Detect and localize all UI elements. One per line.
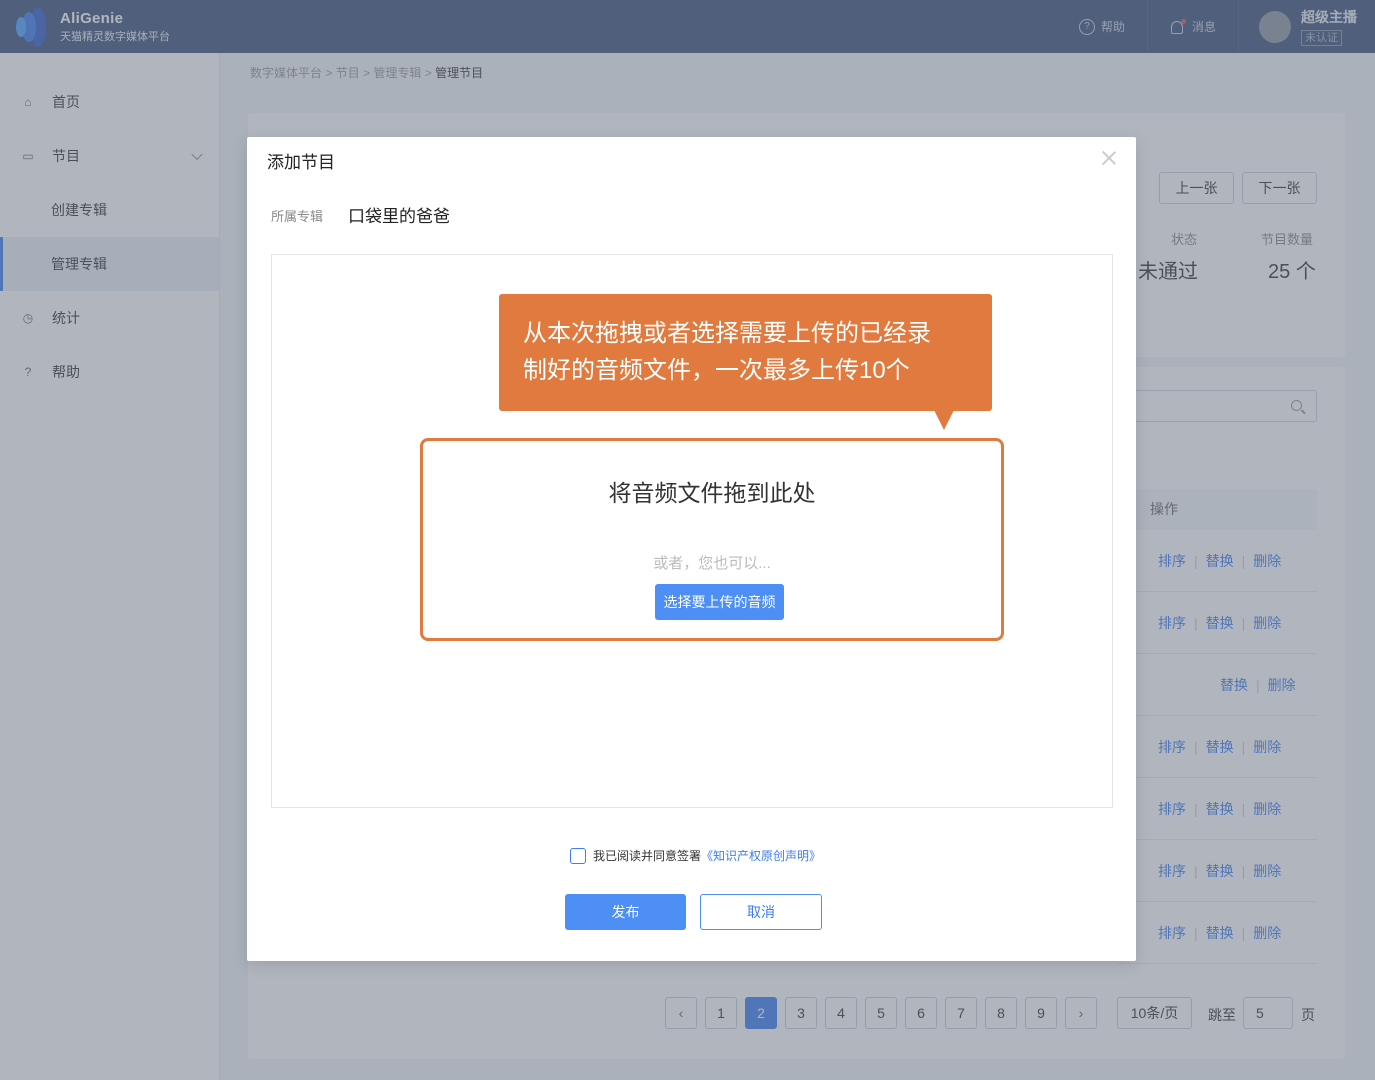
drop-zone[interactable]: 将音频文件拖到此处 或者，您也可以... 选择要上传的音频 xyxy=(420,438,1004,641)
drop-zone-hint: 或者，您也可以... xyxy=(653,555,771,572)
agreement-text: 我已阅读并同意签署 xyxy=(593,849,702,863)
tooltip-line: 从本次拖拽或者选择需要上传的已经录 xyxy=(523,320,931,347)
select-audio-button[interactable]: 选择要上传的音频 xyxy=(655,584,784,620)
agreement-row: 我已阅读并同意签署 《知识产权原创声明》 xyxy=(570,847,821,864)
agreement-link[interactable]: 《知识产权原创声明》 xyxy=(701,847,821,864)
drop-zone-title: 将音频文件拖到此处 xyxy=(608,480,816,506)
upload-tooltip: 从本次拖拽或者选择需要上传的已经录 制好的音频文件，一次最多上传10个 xyxy=(499,294,992,411)
add-program-dialog: 添加节目 所属专辑 口袋里的爸爸 将音频文件拖到此处 或者，您也可以... 选择… xyxy=(247,137,1136,961)
cancel-button[interactable]: 取消 xyxy=(700,894,822,930)
publish-button[interactable]: 发布 xyxy=(565,894,686,930)
tooltip-arrow xyxy=(934,410,954,430)
agreement-checkbox[interactable] xyxy=(570,847,586,864)
dialog-title: 添加节目 xyxy=(267,153,335,172)
tooltip-line: 制好的音频文件，一次最多上传10个 xyxy=(523,357,910,384)
close-icon[interactable] xyxy=(1100,149,1118,167)
album-label: 所属专辑 xyxy=(271,209,324,224)
album-name: 口袋里的爸爸 xyxy=(348,207,450,226)
